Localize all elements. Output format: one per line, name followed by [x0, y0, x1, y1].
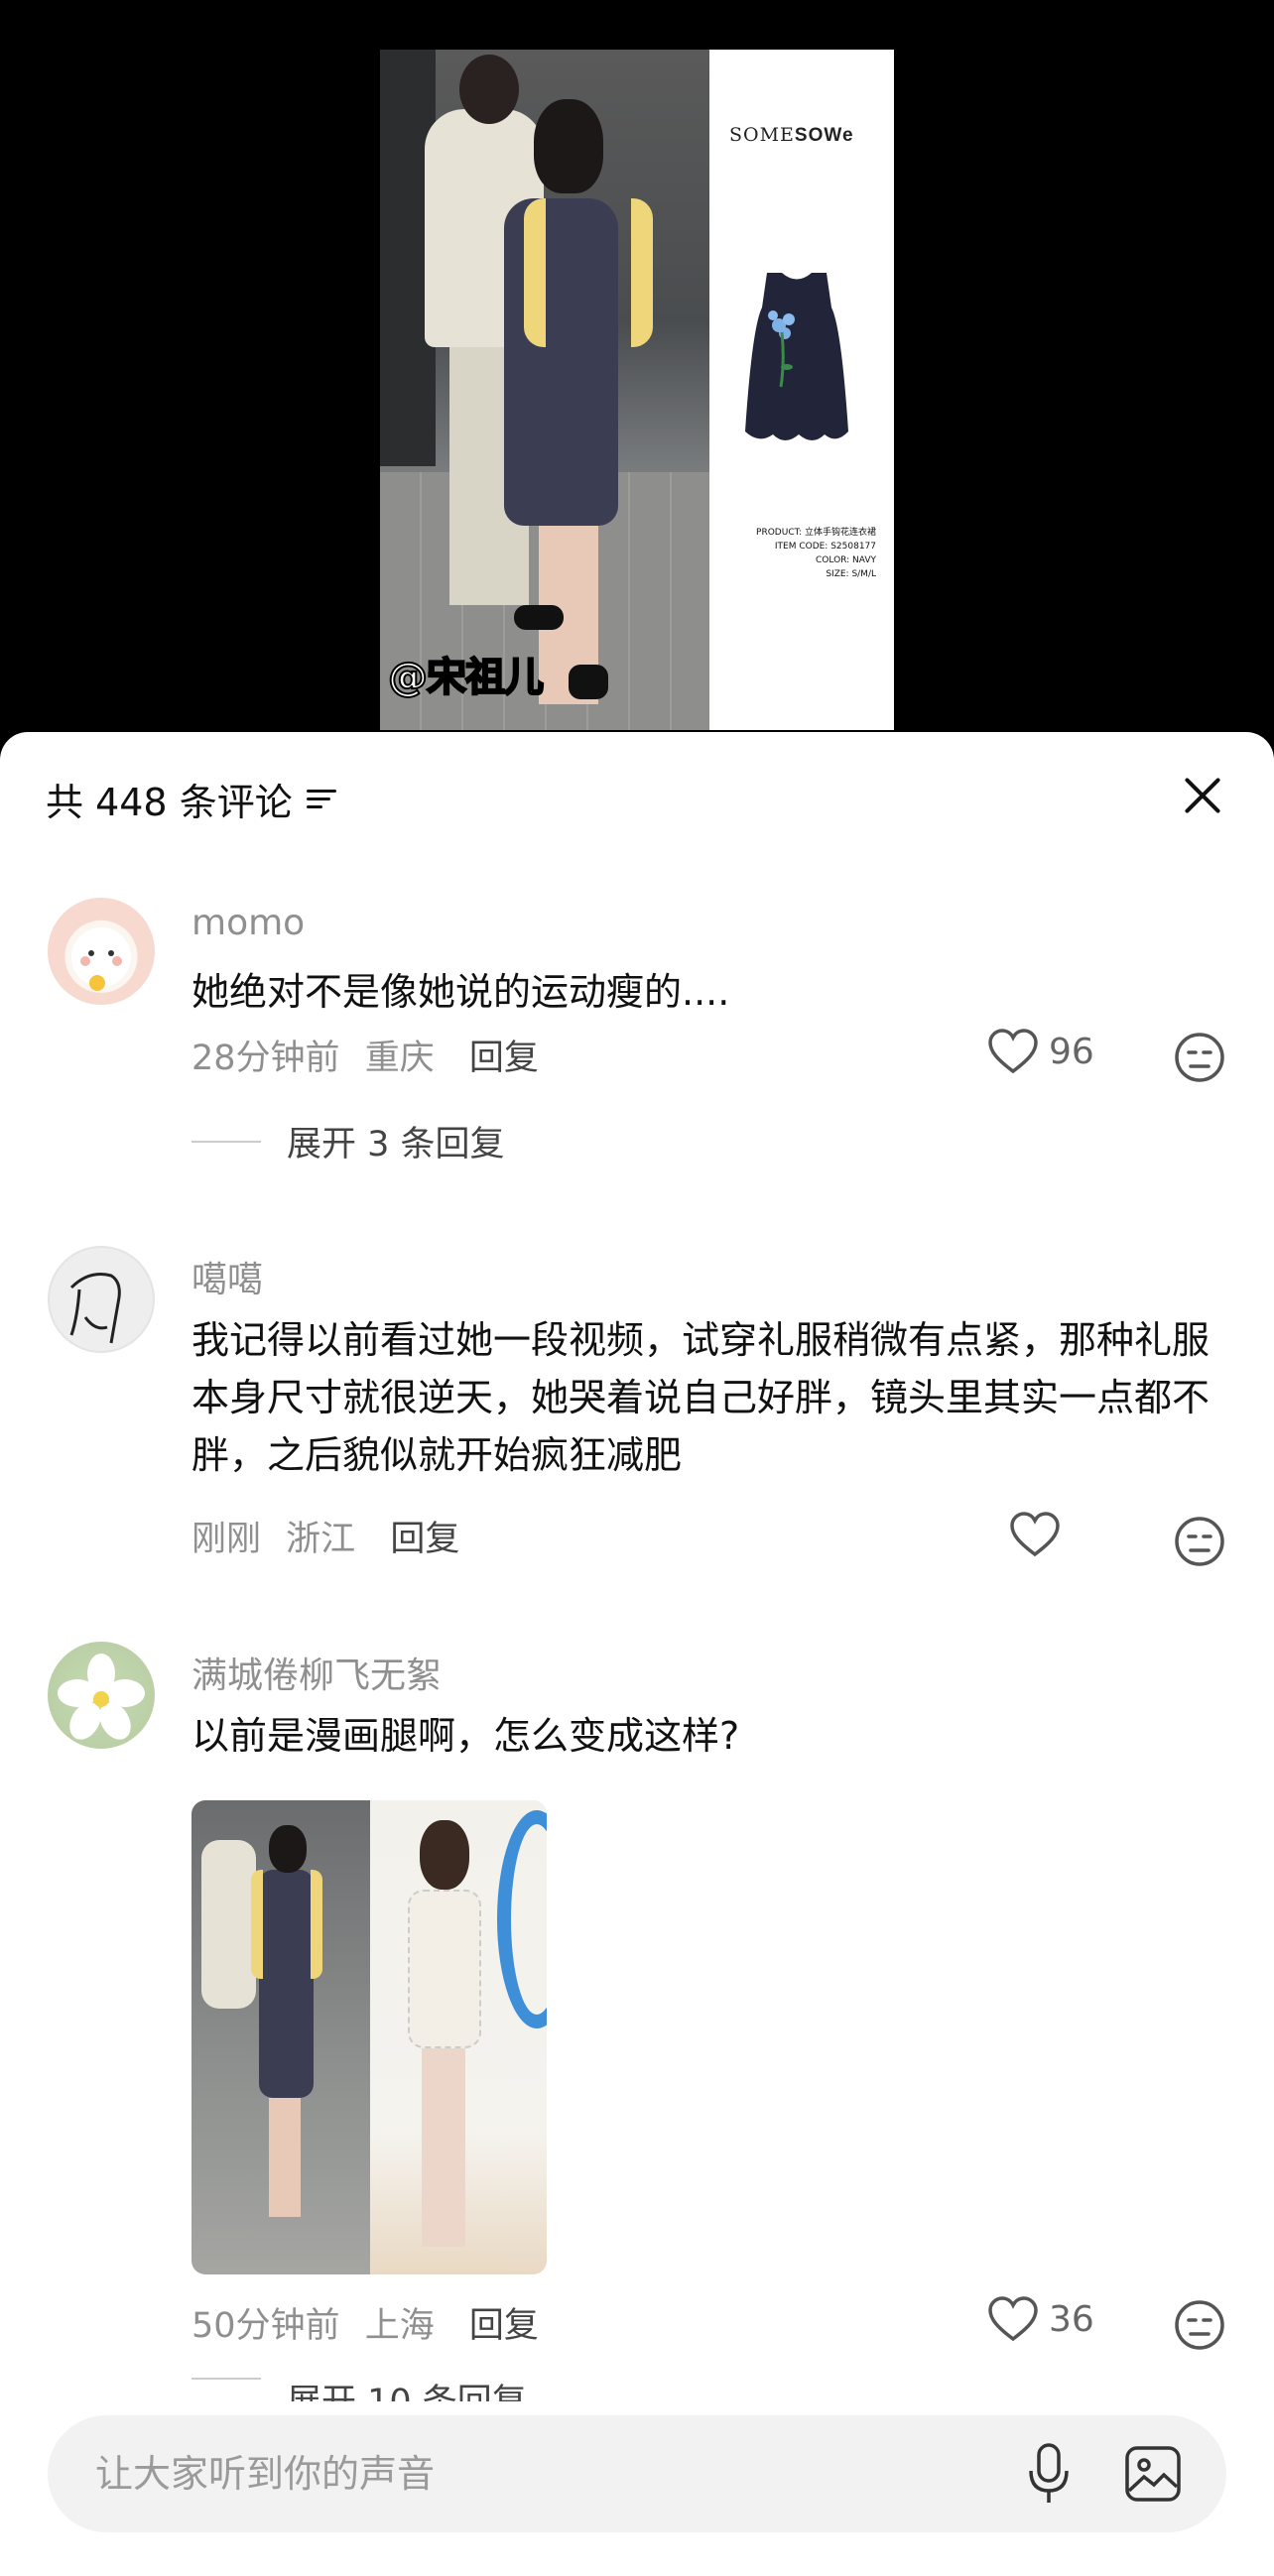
dislike-face-icon[interactable]: [1174, 1516, 1225, 1567]
comment-time: 50分钟前: [191, 2306, 340, 2346]
like-count: 36: [1049, 2298, 1094, 2340]
comment-text: 我记得以前看过她一段视频，试穿礼服稍微有点紧，那种礼服本身尺寸就很逆天，她哭着说…: [191, 1318, 1210, 1477]
comment-text: 以前是漫画腿啊，怎么变成这样?: [191, 1714, 740, 1758]
comment-username[interactable]: 满城倦柳飞无絮: [191, 1647, 442, 1698]
microphone-icon[interactable]: [1025, 2443, 1073, 2505]
comment-location: 重庆: [364, 1039, 435, 1078]
reply-button[interactable]: 回复: [390, 1520, 459, 1559]
comment-location: 上海: [364, 2306, 435, 2346]
close-icon[interactable]: [1181, 774, 1224, 817]
comment-text: 她绝对不是像她说的运动瘦的....: [191, 970, 730, 1014]
comment-input[interactable]: [95, 2415, 988, 2532]
video-frame: SOMESOWe PRODUCT: 立体手钩花连衣裙 ITEM CODE: S2…: [380, 50, 894, 730]
comment-image[interactable]: [191, 1800, 547, 2274]
expand-replies[interactable]: 展开 3 条回复: [191, 1116, 505, 1166]
comment-header: 共 448 条评论: [46, 772, 336, 826]
like-button[interactable]: 96: [987, 1028, 1094, 1075]
like-button[interactable]: [1009, 1511, 1071, 1558]
image-icon[interactable]: [1124, 2445, 1182, 2503]
comment-location: 浙江: [286, 1520, 356, 1559]
product-card: SOMESOWe PRODUCT: 立体手钩花连衣裙 ITEM CODE: S2…: [709, 50, 894, 730]
comment-sheet: 共 448 条评论 momo 她绝对不是像她说的运动瘦的.... 28分钟前 重…: [0, 732, 1274, 2576]
video-watermark: @宋祖儿: [387, 654, 545, 701]
like-count: 96: [1049, 1031, 1094, 1072]
video-photo: [380, 50, 709, 730]
reply-button[interactable]: 回复: [469, 2306, 539, 2346]
like-button[interactable]: 36: [987, 2295, 1094, 2343]
avatar[interactable]: [48, 1246, 155, 1353]
expand-replies[interactable]: 展开 10 条回复: [191, 2374, 527, 2401]
dislike-face-icon[interactable]: [1174, 2299, 1225, 2351]
comment-time: 28分钟前: [191, 1039, 340, 1078]
comment-count: 共 448 条评论: [46, 781, 293, 824]
brand-logo: SOMESOWe: [729, 124, 854, 146]
heart-icon: [1010, 1512, 1060, 1557]
comment-username[interactable]: momo: [191, 903, 305, 943]
product-specs: PRODUCT: 立体手钩花连衣裙 ITEM CODE: S2508177 CO…: [756, 528, 876, 579]
video-player[interactable]: SOMESOWe PRODUCT: 立体手钩花连衣裙 ITEM CODE: S2…: [0, 0, 1274, 734]
heart-icon: [988, 1029, 1038, 1074]
avatar[interactable]: [48, 898, 155, 1005]
comment-input-bar: [48, 2415, 1226, 2532]
reply-button[interactable]: 回复: [469, 1039, 539, 1078]
comment-time: 刚刚: [191, 1520, 262, 1559]
comment-meta: 28分钟前 重庆 回复: [191, 1030, 539, 1080]
dislike-face-icon[interactable]: [1174, 1032, 1225, 1083]
filter-lines-icon[interactable]: [306, 787, 336, 812]
heart-icon: [988, 2296, 1038, 2342]
dress-image: [745, 273, 848, 440]
avatar[interactable]: [48, 1642, 155, 1749]
comment-username[interactable]: 噶噶: [191, 1251, 263, 1302]
comment-meta: 刚刚 浙江 回复: [191, 1511, 459, 1561]
comment-meta: 50分钟前 上海 回复: [191, 2297, 539, 2348]
